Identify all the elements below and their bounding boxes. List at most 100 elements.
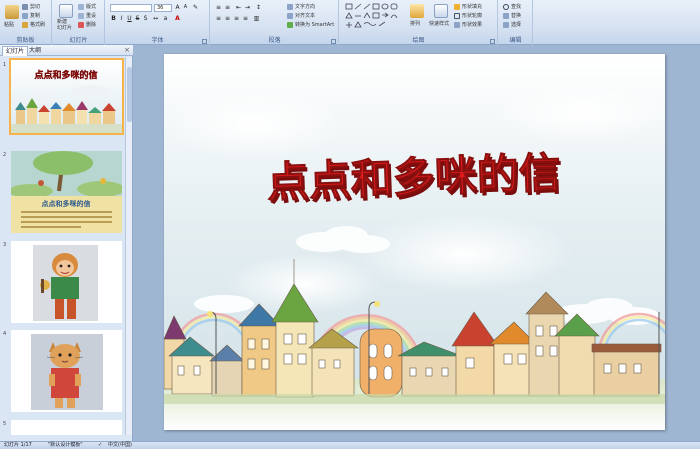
- smartart-button[interactable]: 转换为 SmartArt: [287, 21, 334, 28]
- spacing-icon[interactable]: ↔: [152, 15, 159, 22]
- italic-icon[interactable]: I: [118, 15, 125, 22]
- increase-indent-icon[interactable]: ⇥: [244, 4, 251, 11]
- copy-button[interactable]: 复制: [22, 12, 40, 19]
- panel-scrollbar[interactable]: [125, 57, 132, 435]
- thumb-number-4: 4: [3, 331, 7, 337]
- align-center-icon[interactable]: ≡: [224, 15, 231, 22]
- cut-button[interactable]: 剪切: [22, 3, 40, 10]
- text-direction-icon: [287, 3, 293, 10]
- ribbon: 粘贴 剪切 复制 格式刷 剪贴板 新建 幻灯片 版式 重设 删除 幻灯片 36 …: [0, 0, 700, 45]
- close-panel-icon[interactable]: ×: [124, 46, 130, 54]
- shape-effects-button[interactable]: 形状效果: [454, 21, 482, 28]
- tab-outline[interactable]: 大纲: [26, 46, 44, 56]
- status-bar: 幻灯片 1/17 "默认设计模板" ✓ 中文(中国): [0, 441, 700, 449]
- slide-thumbnail-5[interactable]: [11, 420, 122, 435]
- slide-thumbnail-4[interactable]: [11, 330, 122, 412]
- thumb-number-5: 5: [3, 421, 7, 427]
- smartart-icon: [287, 21, 293, 28]
- find-icon: [503, 3, 509, 10]
- paste-icon[interactable]: [5, 5, 19, 19]
- align-right-icon[interactable]: ≡: [233, 15, 240, 22]
- drawing-dialog-launcher-icon[interactable]: [490, 39, 495, 44]
- slide-title[interactable]: 点点和多咪的信: [266, 147, 562, 207]
- underline-icon[interactable]: U: [126, 15, 133, 22]
- fill-bucket-icon: [454, 3, 460, 10]
- effects-icon: [454, 21, 460, 28]
- shapes-gallery[interactable]: [345, 3, 401, 29]
- new-slide-icon[interactable]: [59, 4, 73, 18]
- spellcheck-icon[interactable]: ✓: [98, 442, 102, 449]
- new-slide-button[interactable]: 新建 幻灯片: [57, 19, 72, 31]
- case-icon[interactable]: a: [162, 15, 169, 22]
- status-language: 中文(中国): [108, 442, 132, 448]
- delete-icon: [78, 21, 84, 28]
- arrange-icon[interactable]: [410, 4, 424, 18]
- layout-button[interactable]: 版式: [78, 3, 96, 10]
- brush-icon: [22, 21, 28, 28]
- outline-pen-icon: [454, 12, 460, 19]
- quick-styles-icon[interactable]: [434, 4, 448, 18]
- status-theme: "默认设计模板": [48, 442, 83, 448]
- align-text-button[interactable]: 对齐文本: [287, 12, 315, 19]
- slide-thumbnail-1[interactable]: 点点和多咪的信: [9, 58, 124, 135]
- paragraph-group: ≡ ≡ ⇤ ⇥ ↕ ≡ ≡ ≡ ≡ ▥ 文字方向 对齐文本 转换为 SmartA…: [211, 0, 339, 45]
- reset-icon: [78, 12, 84, 19]
- format-painter-button[interactable]: 格式刷: [22, 21, 45, 28]
- copy-icon: [22, 12, 28, 19]
- thumb-1-title: 点点和多咪的信: [34, 69, 97, 81]
- font-label: 字体: [151, 37, 164, 44]
- editing-group: 查找 替换 选择 编辑: [499, 0, 533, 45]
- replace-button[interactable]: 替换: [503, 12, 521, 19]
- font-name-combo[interactable]: [110, 4, 152, 12]
- shrink-font-icon[interactable]: A: [182, 4, 189, 11]
- justify-icon[interactable]: ≡: [242, 15, 249, 22]
- thumb-number-3: 3: [3, 242, 7, 248]
- numbering-icon[interactable]: ≡: [224, 4, 231, 11]
- drawing-group: 排列 快速样式 形状填充 形状轮廓 形状效果 绘图: [340, 0, 498, 45]
- clear-format-icon[interactable]: ✎: [192, 4, 199, 11]
- panel-tabs: 幻灯片 大纲 ×: [0, 45, 133, 56]
- align-text-icon: [287, 12, 293, 19]
- editing-label: 编辑: [509, 37, 522, 44]
- select-button[interactable]: 选择: [503, 21, 521, 28]
- slide-thumbnail-3[interactable]: [11, 241, 122, 323]
- drawing-label: 绘图: [412, 37, 425, 44]
- align-left-icon[interactable]: ≡: [215, 15, 222, 22]
- line-spacing-icon[interactable]: ↕: [255, 4, 262, 11]
- slide-thumbnail-2[interactable]: 点点和多咪的信: [11, 151, 122, 233]
- bullets-icon[interactable]: ≡: [215, 4, 222, 11]
- quick-styles-button[interactable]: 快速样式: [429, 20, 449, 27]
- reset-button[interactable]: 重设: [78, 12, 96, 19]
- panel-scrollbar-thumb[interactable]: [127, 67, 132, 122]
- thumb-2-title: 点点和多咪的信: [42, 199, 91, 208]
- strike-icon[interactable]: S: [134, 15, 141, 22]
- scissors-icon: [22, 3, 28, 10]
- slides-panel: 幻灯片 大纲 × 1 点点和多咪的信 2 点点和多咪的信 3 4 5: [0, 45, 133, 441]
- font-color-icon[interactable]: A: [174, 15, 181, 22]
- delete-button[interactable]: 删除: [78, 21, 96, 28]
- grow-font-icon[interactable]: A: [174, 4, 181, 11]
- shape-outline-button[interactable]: 形状轮廓: [454, 12, 482, 19]
- clipboard-group: 粘贴 剪切 复制 格式刷 剪贴板: [0, 0, 52, 45]
- bold-icon[interactable]: B: [110, 15, 117, 22]
- find-button[interactable]: 查找: [503, 3, 521, 10]
- replace-icon: [503, 12, 509, 19]
- clipboard-label: 剪贴板: [16, 37, 35, 44]
- text-direction-button[interactable]: 文字方向: [287, 3, 315, 10]
- font-size-combo[interactable]: 36: [154, 4, 172, 12]
- layout-icon: [78, 3, 84, 10]
- status-slide-info: 幻灯片 1/17: [4, 442, 32, 448]
- columns-icon[interactable]: ▥: [253, 15, 260, 22]
- decrease-indent-icon[interactable]: ⇤: [235, 4, 242, 11]
- font-dialog-launcher-icon[interactable]: [202, 39, 207, 44]
- slides-group: 新建 幻灯片 版式 重设 删除 幻灯片: [53, 0, 105, 45]
- paste-button[interactable]: 粘贴: [4, 21, 14, 28]
- tab-slides[interactable]: 幻灯片: [2, 46, 29, 56]
- slides-label: 幻灯片: [69, 37, 88, 44]
- arrange-button[interactable]: 排列: [410, 20, 420, 27]
- slide-canvas[interactable]: 点点和多咪的信 点点和多咪的信: [164, 54, 665, 430]
- shadow-icon[interactable]: S: [142, 15, 149, 22]
- paragraph-dialog-launcher-icon[interactable]: [331, 39, 336, 44]
- shape-fill-button[interactable]: 形状填充: [454, 3, 482, 10]
- paragraph-label: 段落: [268, 37, 281, 44]
